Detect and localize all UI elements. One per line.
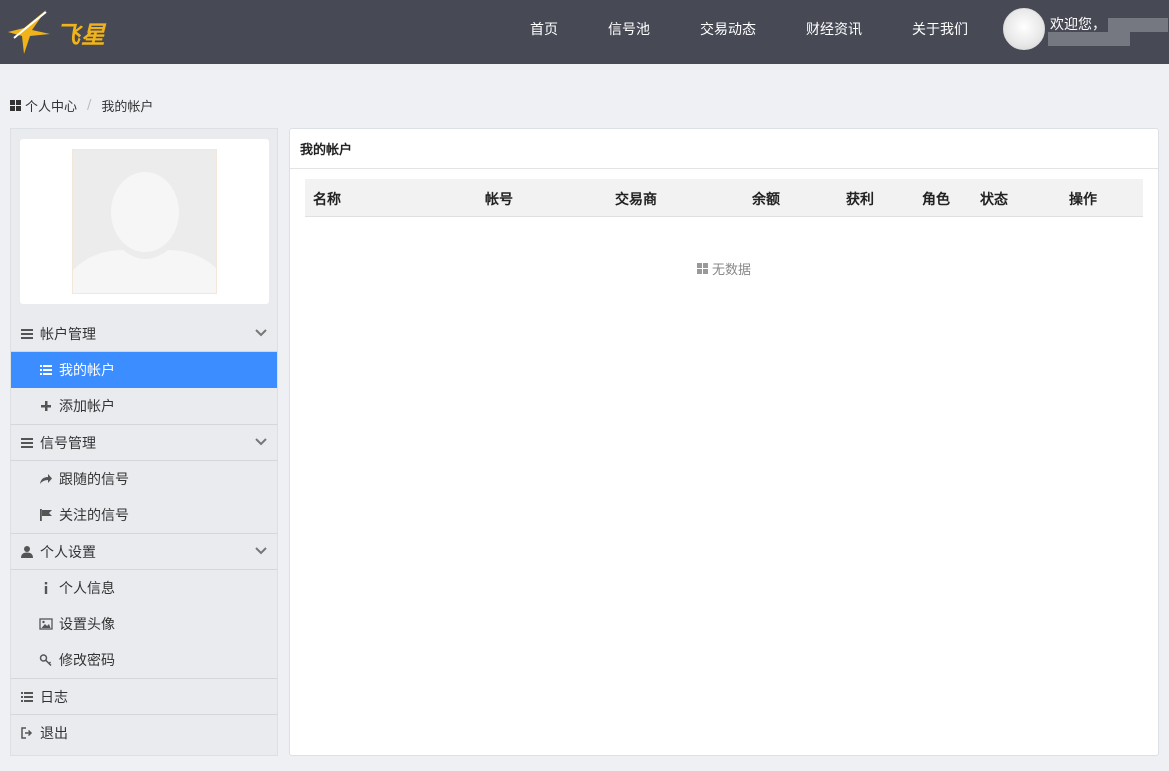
table-header: 名称 帐号 交易商 余额 获利 角色 状态 操作: [305, 179, 1143, 217]
col-actions: 操作: [1069, 192, 1097, 208]
sidebar-item-log[interactable]: 日志: [11, 679, 277, 715]
plus-icon: [41, 401, 51, 411]
logout-icon: [21, 727, 33, 739]
list-icon: [21, 691, 33, 702]
grid-icon: [696, 263, 708, 274]
panel-title: 我的帐户: [290, 129, 1158, 169]
chevron-down-icon: [255, 547, 267, 555]
share-arrow-icon: [40, 474, 52, 484]
key-icon: [39, 654, 52, 667]
chevron-down-icon: [255, 329, 267, 337]
user-icon: [21, 545, 33, 558]
star-logo-icon: [8, 10, 50, 54]
list-box-icon: [21, 328, 33, 339]
nav-trade-activity[interactable]: 交易动态: [675, 0, 781, 60]
empty-text: 无数据: [711, 263, 751, 278]
empty-state: 无数据: [305, 259, 1143, 278]
breadcrumb-current: 我的帐户: [101, 99, 154, 115]
list-box-icon: [21, 437, 33, 448]
list-icon: [40, 365, 52, 375]
avatar[interactable]: [1003, 8, 1045, 50]
nav-about-us[interactable]: 关于我们: [887, 0, 993, 60]
main-panel: 我的帐户 名称 帐号 交易商 余额 获利 角色 状态 操作 无数据: [289, 128, 1159, 756]
menu-sub-account: 我的帐户 添加帐户: [11, 352, 277, 425]
profile-avatar: [72, 149, 217, 294]
col-name[interactable]: 名称: [313, 189, 341, 209]
breadcrumb: 个人中心 / 我的帐户: [10, 96, 154, 115]
col-status[interactable]: 状态: [980, 189, 1008, 209]
top-header: 飞星 首页 信号池 交易动态 财经资讯 关于我们 欢迎您，: [0, 0, 1169, 64]
menu-sub-signal: 跟随的信号 关注的信号: [11, 461, 277, 534]
breadcrumb-root[interactable]: 个人中心: [25, 96, 77, 115]
grid-icon: [10, 99, 21, 111]
chevron-down-icon: [255, 438, 267, 446]
sidebar-item-add-account[interactable]: 添加帐户: [11, 388, 277, 424]
menu-group-personal-settings[interactable]: 个人设置: [11, 534, 277, 570]
sidebar-item-my-account[interactable]: 我的帐户: [11, 352, 277, 388]
col-balance[interactable]: 余额: [752, 189, 780, 209]
nav-home[interactable]: 首页: [505, 0, 583, 60]
col-profit[interactable]: 获利: [846, 189, 874, 209]
sidebar-item-followed-signals[interactable]: 跟随的信号: [11, 461, 277, 497]
sidebar-item-logout[interactable]: 退出: [11, 715, 277, 751]
col-role[interactable]: 角色: [922, 189, 950, 209]
info-icon: [44, 582, 48, 594]
nav-finance-news[interactable]: 财经资讯: [781, 0, 887, 60]
menu-group-account[interactable]: 帐户管理: [11, 316, 277, 352]
main-nav: 首页 信号池 交易动态 财经资讯 关于我们: [505, 0, 993, 60]
sidebar-item-watched-signals[interactable]: 关注的信号: [11, 497, 277, 533]
sidebar-menu: 帐户管理 我的帐户 添加帐户 信号管理 跟随的信号 关注的信号 个人设置 个人信…: [11, 316, 277, 751]
nav-signal-pool[interactable]: 信号池: [583, 0, 675, 60]
default-avatar-icon: [73, 150, 216, 293]
logo[interactable]: 飞星: [6, 6, 116, 58]
col-account[interactable]: 帐号: [485, 189, 513, 209]
menu-sub-personal-settings: 个人信息 设置头像 修改密码: [11, 570, 277, 679]
sidebar-item-set-avatar[interactable]: 设置头像: [11, 606, 277, 642]
profile-card: [20, 139, 269, 304]
logo-text: 飞星: [56, 20, 106, 49]
accounts-table: 名称 帐号 交易商 余额 获利 角色 状态 操作 无数据: [305, 179, 1143, 278]
col-broker[interactable]: 交易商: [615, 189, 657, 209]
picture-icon: [39, 618, 53, 630]
welcome-text: 欢迎您，: [1050, 14, 1168, 34]
menu-group-signal[interactable]: 信号管理: [11, 425, 277, 461]
sidebar-item-change-password[interactable]: 修改密码: [11, 642, 277, 678]
menu-group-label: 帐户管理: [40, 326, 96, 343]
sidebar-item-personal-info[interactable]: 个人信息: [11, 570, 277, 606]
sidebar: 帐户管理 我的帐户 添加帐户 信号管理 跟随的信号 关注的信号 个人设置 个人信…: [10, 128, 278, 756]
redacted-username: [1108, 18, 1168, 32]
flag-icon: [40, 509, 52, 521]
redacted-user-info: [1048, 32, 1130, 46]
